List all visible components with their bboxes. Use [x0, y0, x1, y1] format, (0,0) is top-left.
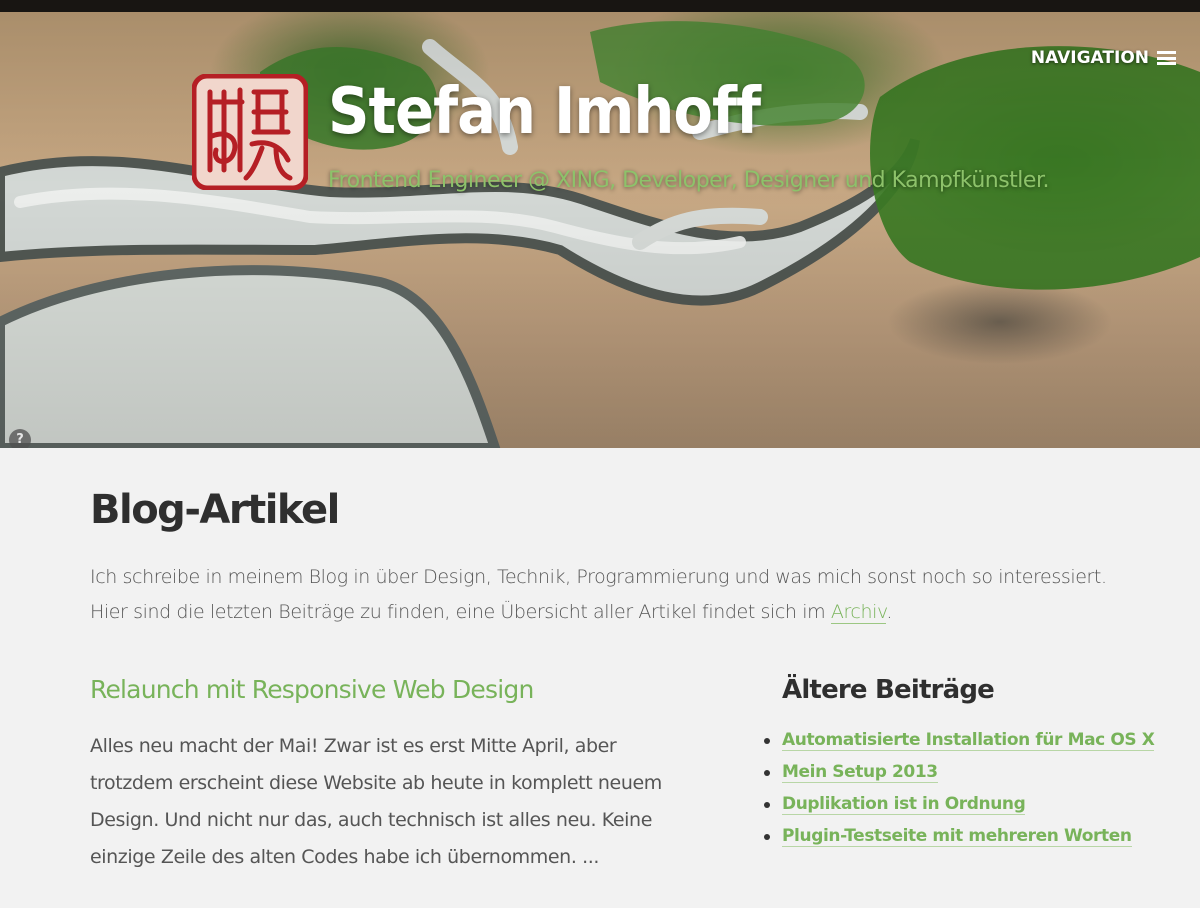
intro-end: .	[886, 601, 893, 623]
list-item: Automatisierte Installation für Mac OS X	[764, 724, 1155, 756]
hamburger-icon	[1157, 51, 1176, 65]
older-post-link[interactable]: Automatisierte Installation für Mac OS X	[782, 730, 1155, 751]
older-posts-heading: Ältere Beiträge	[782, 675, 995, 705]
intro-paragraph: Ich schreibe in meinem Blog in über Desi…	[90, 560, 1110, 630]
navigation-toggle[interactable]: NAVIGATION	[1031, 48, 1176, 68]
older-posts-list: Automatisierte Installation für Mac OS X…	[764, 724, 1155, 852]
site-title[interactable]: Stefan Imhoff	[328, 72, 761, 152]
red-seal-logo	[192, 74, 308, 190]
question-icon: ?	[16, 432, 24, 447]
site-subtitle: Frontend Engineer @ XING, Developer, Des…	[328, 168, 1049, 193]
older-post-link[interactable]: Mein Setup 2013	[782, 762, 938, 783]
older-post-link[interactable]: Plugin-Testseite mit mehreren Worten	[782, 826, 1132, 847]
intro-text: Ich schreibe in meinem Blog in über Desi…	[90, 566, 1107, 623]
archive-link[interactable]: Archiv	[830, 601, 887, 624]
list-item: Duplikation ist in Ordnung	[764, 788, 1154, 820]
hero-header: Stefan Imhoff Frontend Engineer @ XING, …	[0, 12, 1200, 448]
page-title: Blog-Artikel	[90, 487, 340, 533]
featured-post-excerpt: Alles neu macht der Mai! Zwar ist es ers…	[90, 735, 662, 868]
image-help-button[interactable]: ?	[9, 429, 31, 448]
main-content: Blog-Artikel Ich schreibe in meinem Blog…	[0, 448, 1200, 908]
top-bar	[0, 0, 1200, 12]
list-item: Mein Setup 2013	[764, 756, 1154, 788]
list-item: Plugin-Testseite mit mehreren Worten	[764, 820, 1154, 852]
older-post-link[interactable]: Duplikation ist in Ordnung	[782, 794, 1026, 815]
featured-post-title[interactable]: Relaunch mit Responsive Web Design	[90, 672, 534, 708]
navigation-label: NAVIGATION	[1030, 48, 1149, 68]
